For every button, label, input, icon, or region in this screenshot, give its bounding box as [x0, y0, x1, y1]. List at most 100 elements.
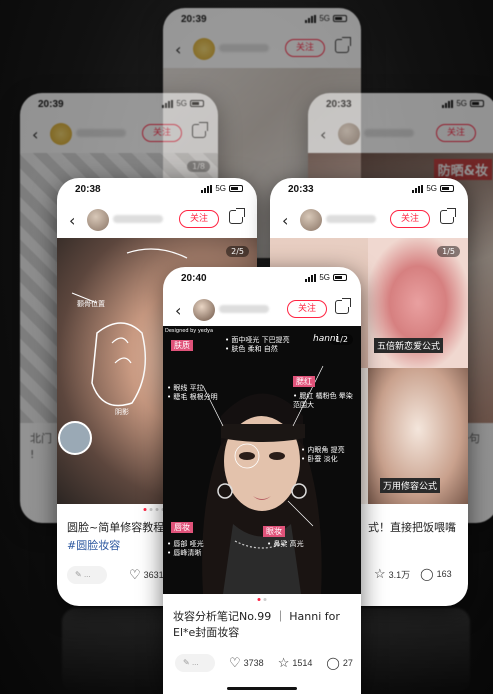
- username[interactable]: [219, 44, 269, 52]
- status-time: 20:39: [38, 99, 64, 110]
- follow-button[interactable]: 关注: [435, 124, 476, 142]
- like-button[interactable]: ♡ 3631: [129, 567, 164, 583]
- nav-bar: ‹ 关注: [20, 119, 218, 149]
- status-time: 20:38: [75, 184, 101, 195]
- status-time: 20:33: [326, 99, 352, 110]
- comment-button[interactable]: ◯ 163: [420, 567, 451, 581]
- back-icon[interactable]: ‹: [282, 211, 288, 230]
- annotation-note: • 腮红 橘粉色 晕染范围大: [293, 392, 353, 409]
- share-icon[interactable]: [440, 208, 456, 224]
- image-counter: 1/8: [187, 161, 210, 172]
- heart-icon: ♡: [129, 567, 141, 582]
- battery-icon: [333, 274, 347, 281]
- network-label: 5G: [319, 14, 330, 23]
- like-count: 3631: [143, 570, 164, 580]
- annotation-note: • 内眼角 提亮 • 卧蚕 淡化: [301, 446, 345, 463]
- follow-button[interactable]: 关注: [178, 210, 219, 228]
- annotation-note: • 唇部 哑光 • 唇峰清晰: [167, 540, 204, 557]
- label-lips: 五倍新恋爱公式: [374, 338, 444, 353]
- comment-count: 163: [436, 569, 452, 579]
- status-bar: 20:39 5G: [20, 93, 218, 115]
- annotation-note: 阴影: [115, 408, 129, 416]
- network-label: 5G: [319, 273, 330, 282]
- nav-bar: ‹ 关注: [270, 205, 468, 235]
- battery-icon: [229, 185, 243, 192]
- username[interactable]: [364, 129, 414, 137]
- avatar[interactable]: [50, 123, 72, 145]
- collect-count: 1514: [292, 658, 313, 668]
- username[interactable]: [326, 215, 376, 223]
- nav-bar: ‹ 关注: [57, 205, 257, 235]
- username[interactable]: [219, 305, 269, 313]
- status-bar: 20:40 5G: [163, 267, 361, 289]
- nav-bar: ‹ 关注: [163, 34, 361, 64]
- back-icon[interactable]: ‹: [175, 301, 181, 320]
- back-icon[interactable]: ‹: [32, 125, 38, 144]
- comment-input[interactable]: ✎ ...: [175, 654, 215, 672]
- action-bar: ✎ ... ♡ 3738 ☆ 1514 ◯ 27: [163, 654, 361, 672]
- signal-indicator: 5G: [162, 99, 204, 108]
- tag-eyes: 眼妆: [263, 526, 285, 537]
- page-dots: [257, 598, 267, 601]
- username[interactable]: [113, 215, 163, 223]
- heart-icon: ♡: [229, 655, 241, 670]
- network-label: 5G: [456, 99, 467, 108]
- back-icon[interactable]: ‹: [69, 211, 75, 230]
- network-label: 5G: [426, 184, 437, 193]
- follow-button[interactable]: 关注: [141, 124, 182, 142]
- annotation-note: • 眼线 平拉 • 睫毛 根根分明: [167, 384, 218, 401]
- script-heading: hanni: [313, 334, 339, 344]
- signal-indicator: 5G: [201, 184, 243, 193]
- label-contour: 万用修容公式: [380, 478, 441, 493]
- avatar[interactable]: [193, 299, 215, 321]
- star-icon: ☆: [374, 566, 386, 581]
- battery-icon: [440, 185, 454, 192]
- post-image[interactable]: Designed by yedya 1/2 肤质 唇妆 腮红 眼妆 hanni …: [163, 326, 361, 594]
- network-label: 5G: [176, 99, 187, 108]
- comment-button[interactable]: ◯ 27: [326, 656, 352, 670]
- status-time: 20:33: [288, 184, 314, 195]
- nav-bar: ‹ 关注: [308, 119, 493, 149]
- status-bar: 20:33 5G: [308, 93, 493, 115]
- avatar[interactable]: [193, 38, 215, 60]
- avatar[interactable]: [338, 123, 360, 145]
- share-icon[interactable]: [229, 208, 245, 224]
- tag-skin: 肤质: [171, 340, 193, 351]
- banner-text: 防晒&妆: [433, 159, 492, 180]
- share-icon[interactable]: [192, 122, 208, 138]
- home-indicator: [227, 687, 297, 690]
- battery-icon: [470, 100, 484, 107]
- status-time: 20:40: [181, 273, 207, 284]
- follow-button[interactable]: 关注: [284, 39, 325, 57]
- phone-front: 20:40 5G ‹ 关注 Designed by yedya 1/2 肤质 唇…: [163, 267, 361, 694]
- post-caption: 妆容分析笔记No.99 ｜ Hanni for El*e封面妆容: [173, 610, 340, 639]
- annotation-note: • 鼻梁 高光: [267, 540, 304, 548]
- username[interactable]: [76, 129, 126, 137]
- back-icon[interactable]: ‹: [175, 40, 181, 59]
- share-icon[interactable]: [335, 298, 351, 314]
- status-bar: 20:33 5G: [270, 178, 468, 200]
- status-bar: 20:39 5G: [163, 8, 361, 30]
- collect-button[interactable]: ☆ 3.1万: [374, 566, 410, 582]
- collect-button[interactable]: ☆ 1514: [278, 655, 313, 671]
- tag-blush: 腮红: [293, 376, 315, 387]
- battery-icon: [333, 15, 347, 22]
- signal-indicator: 5G: [412, 184, 454, 193]
- avatar[interactable]: [87, 209, 109, 231]
- signal-indicator: 5G: [442, 99, 484, 108]
- share-icon[interactable]: [335, 37, 351, 53]
- back-icon[interactable]: ‹: [320, 125, 326, 144]
- like-button[interactable]: ♡ 3738: [229, 655, 264, 671]
- like-count: 3738: [243, 658, 264, 668]
- star-icon: ☆: [277, 655, 290, 670]
- annotation-note: • 面中哑光 下巴提亮 • 肤色 柔和 自然: [225, 336, 290, 353]
- nav-bar: ‹ 关注: [163, 295, 361, 325]
- comment-input[interactable]: ✎ ...: [67, 566, 107, 584]
- network-label: 5G: [215, 184, 226, 193]
- follow-button[interactable]: 关注: [286, 300, 327, 318]
- annotation-note: 颧骨位置: [77, 300, 105, 308]
- follow-button[interactable]: 关注: [389, 210, 430, 228]
- signal-indicator: 5G: [305, 14, 347, 23]
- comment-icon: ◯: [326, 656, 340, 670]
- avatar[interactable]: [300, 209, 322, 231]
